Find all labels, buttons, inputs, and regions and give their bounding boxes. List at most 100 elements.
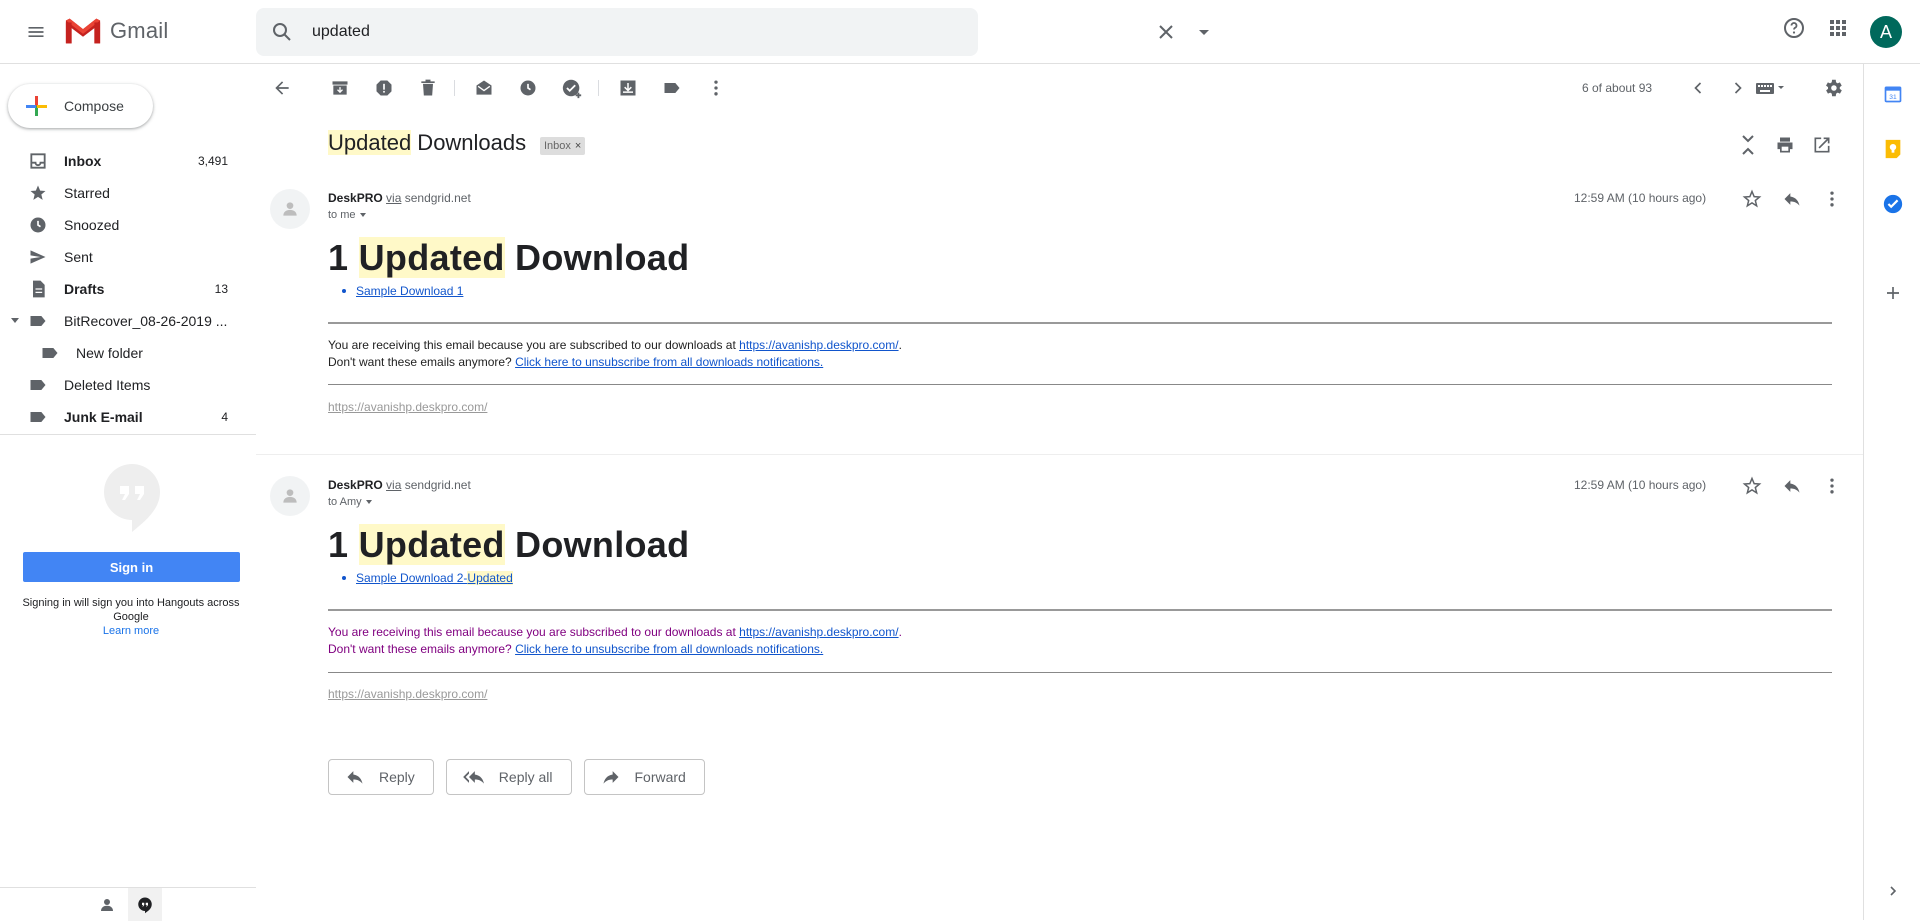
compose-label: Compose (64, 98, 124, 114)
nav-item-drafts[interactable]: Drafts 13 (0, 273, 256, 305)
subject-highlight: Updated (328, 130, 412, 155)
divider (328, 609, 1832, 611)
sender-name[interactable]: DeskPRO (328, 478, 383, 492)
hangouts-sign-in-button[interactable]: Sign in (23, 552, 240, 582)
search-icon[interactable] (270, 20, 294, 44)
download-link-text: Sample Download 2- (356, 571, 468, 585)
keep-icon[interactable] (1882, 138, 1904, 160)
star-message-icon[interactable] (1742, 189, 1762, 209)
note-text: Don't want these emails anymore? (328, 642, 516, 656)
nav-item-starred[interactable]: Starred (0, 177, 256, 209)
nav-item-snoozed[interactable]: Snoozed (0, 209, 256, 241)
help-icon[interactable] (1782, 16, 1806, 40)
download-link[interactable]: Sample Download 2-Updated (356, 571, 513, 585)
clear-search-icon[interactable] (1154, 20, 1178, 44)
footer-link[interactable]: https://avanishp.deskpro.com/ (328, 400, 487, 414)
archive-icon[interactable] (328, 76, 352, 100)
label-chip-text: Inbox (544, 140, 571, 152)
deskpro-link[interactable]: https://avanishp.deskpro.com/ (739, 625, 898, 639)
nav-label: Inbox (64, 153, 102, 169)
email-heading: 1 Updated Download (328, 524, 689, 566)
delete-icon[interactable] (416, 76, 440, 100)
search-options-icon[interactable] (1192, 20, 1216, 44)
gmail-logo[interactable]: Gmail (64, 16, 168, 46)
nav-item-bitrecover[interactable]: BitRecover_08-26-2019 ... (0, 305, 256, 337)
reply-icon[interactable] (1782, 476, 1802, 496)
gmail-m-icon (65, 18, 101, 44)
heading-prefix: 1 (328, 237, 359, 278)
input-tools-keyboard-icon[interactable] (1754, 76, 1788, 100)
footer-link[interactable]: https://avanishp.deskpro.com/ (328, 687, 487, 701)
unsubscribe-link[interactable]: Click here to unsubscribe from all downl… (515, 355, 823, 369)
older-chevron-icon[interactable] (1726, 76, 1750, 100)
print-icon[interactable] (1775, 135, 1795, 155)
back-icon[interactable] (270, 76, 294, 100)
via-link[interactable]: via (386, 191, 401, 205)
nav-item-deleted-items[interactable]: Deleted Items (0, 369, 256, 401)
default-avatar-icon (283, 202, 297, 216)
heading-highlight: Updated (358, 237, 505, 278)
nav-item-sent[interactable]: Sent (0, 241, 256, 273)
nav-divider (0, 434, 256, 435)
reply-button[interactable]: Reply (328, 759, 434, 795)
mark-unread-icon[interactable] (472, 76, 496, 100)
label-icon (28, 407, 48, 427)
account-avatar[interactable]: A (1870, 16, 1902, 48)
forward-label: Forward (634, 769, 686, 785)
learn-more-link[interactable]: Learn more (103, 625, 159, 637)
send-icon (28, 247, 48, 267)
inbox-label-chip[interactable]: Inbox × (540, 137, 586, 155)
recipient-line[interactable]: to me (328, 209, 370, 221)
star-message-icon[interactable] (1742, 476, 1762, 496)
list-bullet (342, 576, 346, 580)
hangouts-icon (102, 462, 162, 534)
apps-grid-icon[interactable] (1826, 16, 1850, 40)
sender-avatar[interactable] (270, 189, 310, 229)
remove-label-icon[interactable]: × (575, 140, 581, 152)
labels-icon[interactable] (660, 76, 684, 100)
forward-button[interactable]: Forward (583, 759, 705, 795)
main-menu-button[interactable] (20, 16, 52, 48)
add-to-tasks-icon[interactable] (560, 76, 584, 100)
contacts-person-icon[interactable] (98, 896, 116, 914)
toolbar-divider (454, 80, 455, 96)
snooze-icon[interactable] (516, 76, 540, 100)
list-bullet (342, 289, 346, 293)
deskpro-link[interactable]: https://avanishp.deskpro.com/ (739, 338, 898, 352)
calendar-icon[interactable]: 31 (1882, 83, 1904, 105)
nav-item-inbox[interactable]: Inbox 3,491 (0, 145, 256, 177)
side-panel: 31 (1863, 64, 1920, 920)
draft-icon (28, 279, 48, 299)
unsubscribe-link[interactable]: Click here to unsubscribe from all downl… (515, 642, 823, 656)
hangouts-chat-icon[interactable] (128, 888, 162, 921)
compose-button[interactable]: Compose (8, 84, 153, 128)
nav-item-new-folder[interactable]: New folder (0, 337, 256, 369)
download-link[interactable]: Sample Download 1 (356, 284, 463, 298)
top-header: Gmail A (0, 0, 1920, 64)
sender-name[interactable]: DeskPRO (328, 191, 383, 205)
search-input[interactable] (312, 20, 912, 44)
settings-gear-icon[interactable] (1821, 76, 1845, 100)
nav-item-junk-email[interactable]: Junk E-mail 4 (0, 401, 256, 433)
via-link[interactable]: via (386, 478, 401, 492)
reply-icon[interactable] (1782, 189, 1802, 209)
reply-arrow-icon (347, 771, 363, 784)
newer-chevron-icon[interactable] (1686, 76, 1710, 100)
message-more-icon[interactable] (1822, 189, 1842, 209)
more-options-icon[interactable] (704, 76, 728, 100)
message-more-icon[interactable] (1822, 476, 1842, 496)
collapse-caret-icon[interactable] (10, 317, 20, 325)
report-spam-icon[interactable] (372, 76, 396, 100)
inbox-icon (28, 151, 48, 171)
reply-all-button[interactable]: Reply all (445, 759, 572, 795)
show-side-panel-chevron-icon[interactable] (1882, 880, 1904, 902)
get-addons-plus-icon[interactable] (1882, 282, 1904, 304)
search-bar[interactable] (256, 8, 1209, 56)
recipient-line[interactable]: to Amy (328, 496, 376, 508)
open-new-window-icon[interactable] (1812, 135, 1832, 155)
tasks-icon[interactable] (1882, 193, 1904, 215)
collapse-all-icon[interactable] (1738, 134, 1758, 156)
message-1: DeskPRO via sendgrid.net to me 12:59 AM … (256, 189, 1863, 419)
sender-avatar[interactable] (270, 476, 310, 516)
move-to-icon[interactable] (616, 76, 640, 100)
